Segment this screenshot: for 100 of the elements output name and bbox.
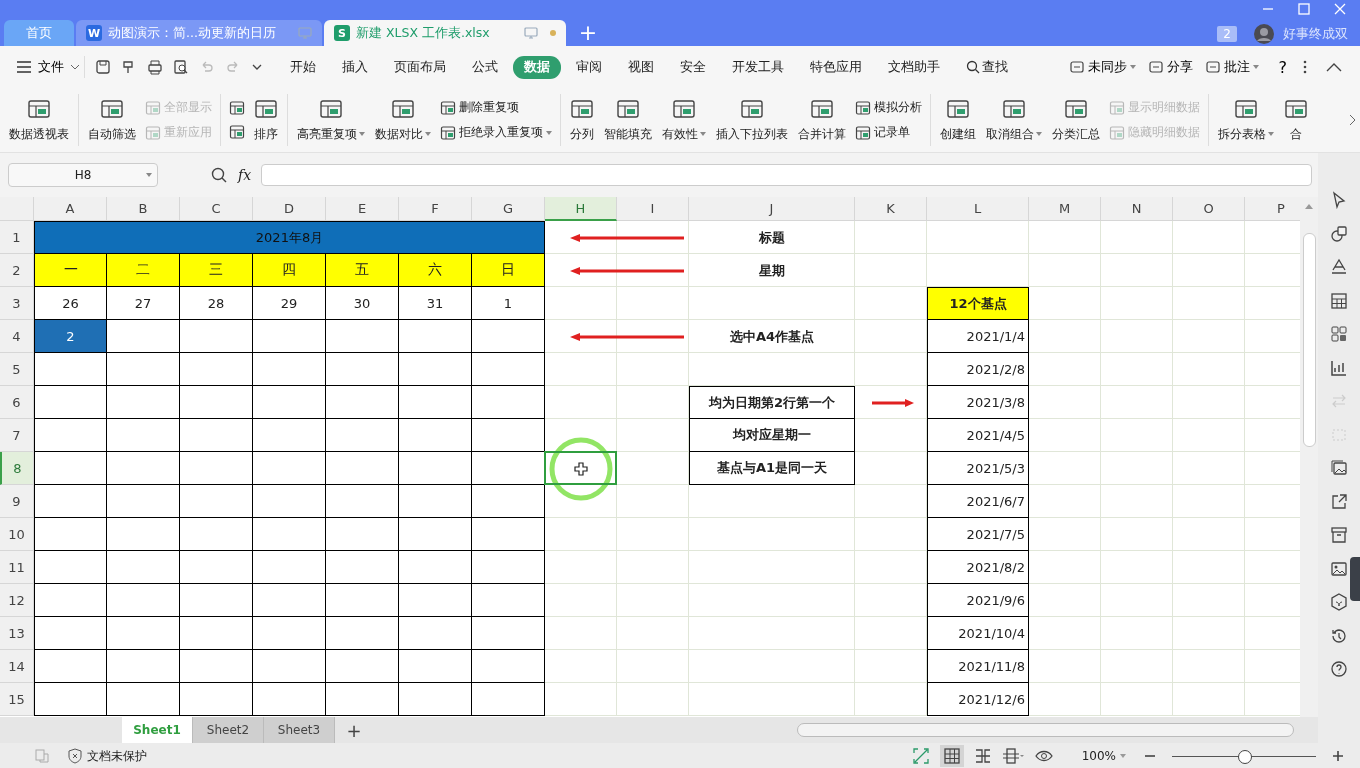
help-icon[interactable] bbox=[1330, 660, 1348, 678]
ribbon-button[interactable]: 插入下拉列表 bbox=[711, 95, 793, 145]
ribbon-button[interactable]: 删除重复项 bbox=[440, 99, 552, 116]
column-header[interactable]: L bbox=[927, 197, 1029, 221]
ribbon-tab[interactable]: 审阅 bbox=[565, 55, 613, 79]
ribbon-button[interactable]: 分列 bbox=[565, 95, 599, 145]
name-box[interactable]: H8 bbox=[8, 163, 158, 187]
function-button[interactable]: fx bbox=[238, 167, 252, 183]
column-header[interactable]: E bbox=[326, 197, 399, 221]
row-header[interactable]: 6 bbox=[0, 386, 34, 419]
protection-status[interactable]: 文档未保护 bbox=[68, 747, 147, 765]
help-button[interactable]: ? bbox=[1273, 57, 1292, 77]
file-menu[interactable]: 文件 bbox=[12, 56, 85, 78]
ribbon-tab[interactable]: 公式 bbox=[461, 55, 509, 79]
document-tab[interactable]: W 动图演示：简...动更新的日历 bbox=[76, 20, 322, 46]
hexagon-icon[interactable] bbox=[1330, 593, 1348, 611]
row-header[interactable]: 8 bbox=[0, 452, 34, 485]
shapes-icon[interactable] bbox=[1330, 224, 1348, 243]
column-header[interactable]: B bbox=[107, 197, 180, 221]
ribbon-button[interactable]: 分类汇总 bbox=[1047, 95, 1105, 145]
sheet-tab[interactable]: Sheet2 bbox=[193, 717, 264, 743]
ribbon-button[interactable] bbox=[229, 124, 245, 140]
column-header[interactable]: G bbox=[472, 197, 545, 221]
close-icon[interactable] bbox=[1334, 3, 1346, 15]
toolbar-action[interactable]: 批注 bbox=[1199, 58, 1264, 76]
column-header[interactable]: N bbox=[1101, 197, 1173, 221]
ribbon-button[interactable]: 取消组合 bbox=[981, 95, 1047, 145]
ribbon-tab[interactable]: 开始 bbox=[279, 55, 327, 79]
row-header[interactable]: 1 bbox=[0, 221, 34, 254]
row-header[interactable]: 9 bbox=[0, 485, 34, 518]
ribbon-button[interactable]: 数据透视表 bbox=[4, 95, 74, 145]
zoom-in-icon[interactable] bbox=[1332, 750, 1344, 762]
ribbon-button[interactable]: 自动筛选 bbox=[83, 95, 141, 145]
ribbon-button[interactable]: 有效性 bbox=[657, 95, 711, 145]
print-preview-icon[interactable] bbox=[173, 59, 189, 75]
column-header[interactable]: F bbox=[399, 197, 472, 221]
ribbon-button[interactable]: 拆分表格 bbox=[1213, 95, 1279, 145]
normal-view-icon[interactable] bbox=[942, 747, 961, 765]
zoom-level[interactable]: 100% bbox=[1081, 749, 1126, 763]
column-header[interactable]: J bbox=[689, 197, 855, 221]
zoom-slider-thumb[interactable] bbox=[1238, 749, 1252, 764]
column-header[interactable]: I bbox=[617, 197, 689, 221]
image-icon[interactable] bbox=[1330, 459, 1348, 477]
ribbon-button[interactable]: 创建组 bbox=[935, 95, 981, 145]
toolbar-action[interactable]: 分享 bbox=[1142, 58, 1198, 76]
fullscreen-icon[interactable] bbox=[911, 747, 930, 765]
page-break-icon[interactable] bbox=[973, 747, 992, 765]
row-header[interactable]: 2 bbox=[0, 254, 34, 287]
table-icon[interactable] bbox=[1330, 291, 1348, 310]
scroll-thumb[interactable] bbox=[1303, 233, 1316, 447]
ribbon-tab[interactable]: 页面布局 bbox=[383, 55, 457, 79]
ribbon-tab[interactable]: 文档助手 bbox=[877, 55, 951, 79]
column-header[interactable]: P bbox=[1245, 197, 1300, 221]
maximize-icon[interactable] bbox=[1298, 3, 1310, 15]
collapse-icon[interactable] bbox=[1326, 62, 1342, 72]
add-sheet-button[interactable]: + bbox=[341, 717, 367, 743]
column-header[interactable]: M bbox=[1029, 197, 1101, 221]
row-header[interactable]: 13 bbox=[0, 617, 34, 650]
row-header[interactable]: 5 bbox=[0, 353, 34, 386]
ribbon-tab[interactable]: 特色应用 bbox=[799, 55, 873, 79]
image-icon[interactable] bbox=[1330, 559, 1348, 578]
column-header[interactable]: A bbox=[34, 197, 107, 221]
sheet-tab[interactable]: Sheet3 bbox=[264, 717, 335, 743]
formula-input[interactable] bbox=[261, 164, 1312, 186]
apps-icon[interactable] bbox=[1330, 325, 1348, 343]
scroll-right-icon[interactable] bbox=[1348, 114, 1356, 126]
row-header[interactable]: 3 bbox=[0, 287, 34, 320]
new-tab-button[interactable]: + bbox=[568, 20, 608, 46]
print-icon[interactable] bbox=[147, 59, 163, 75]
ribbon-tab[interactable]: 视图 bbox=[617, 55, 665, 79]
history-icon[interactable] bbox=[1330, 626, 1348, 645]
ribbon-button[interactable]: 记录单 bbox=[855, 124, 922, 141]
zoom-icon[interactable] bbox=[210, 166, 228, 184]
column-header[interactable]: K bbox=[855, 197, 927, 221]
ribbon-button[interactable] bbox=[229, 100, 245, 116]
text-style-icon[interactable] bbox=[1330, 258, 1348, 276]
ribbon-button[interactable]: 拒绝录入重复项 bbox=[440, 124, 552, 141]
row-header[interactable]: 15 bbox=[0, 683, 34, 716]
ribbon-button[interactable]: 高亮重复项 bbox=[292, 95, 370, 145]
pointer-icon[interactable] bbox=[1330, 191, 1348, 209]
search-button[interactable]: 查找 bbox=[955, 55, 1019, 79]
save-icon[interactable] bbox=[95, 59, 111, 75]
ribbon-tab[interactable]: 安全 bbox=[669, 55, 717, 79]
row-header[interactable]: 12 bbox=[0, 584, 34, 617]
row-header[interactable]: 10 bbox=[0, 518, 34, 551]
toolbar-action[interactable]: 未同步 bbox=[1063, 58, 1141, 76]
reading-mode-icon[interactable] bbox=[1001, 747, 1024, 765]
share-icon[interactable] bbox=[1330, 492, 1348, 511]
row-header[interactable]: 4 bbox=[0, 320, 34, 353]
ribbon-tab[interactable]: 插入 bbox=[331, 55, 379, 79]
ribbon-button[interactable]: 合 bbox=[1279, 95, 1313, 145]
row-header[interactable]: 14 bbox=[0, 650, 34, 683]
column-header[interactable]: D bbox=[253, 197, 326, 221]
ribbon-tab[interactable]: 开发工具 bbox=[721, 55, 795, 79]
column-header[interactable]: O bbox=[1173, 197, 1245, 221]
avatar-icon[interactable] bbox=[1253, 23, 1275, 45]
ribbon-button[interactable]: 排序 bbox=[249, 95, 283, 145]
more-icon[interactable] bbox=[1302, 59, 1308, 75]
caret-icon[interactable] bbox=[251, 63, 263, 71]
row-header[interactable]: 7 bbox=[0, 419, 34, 452]
